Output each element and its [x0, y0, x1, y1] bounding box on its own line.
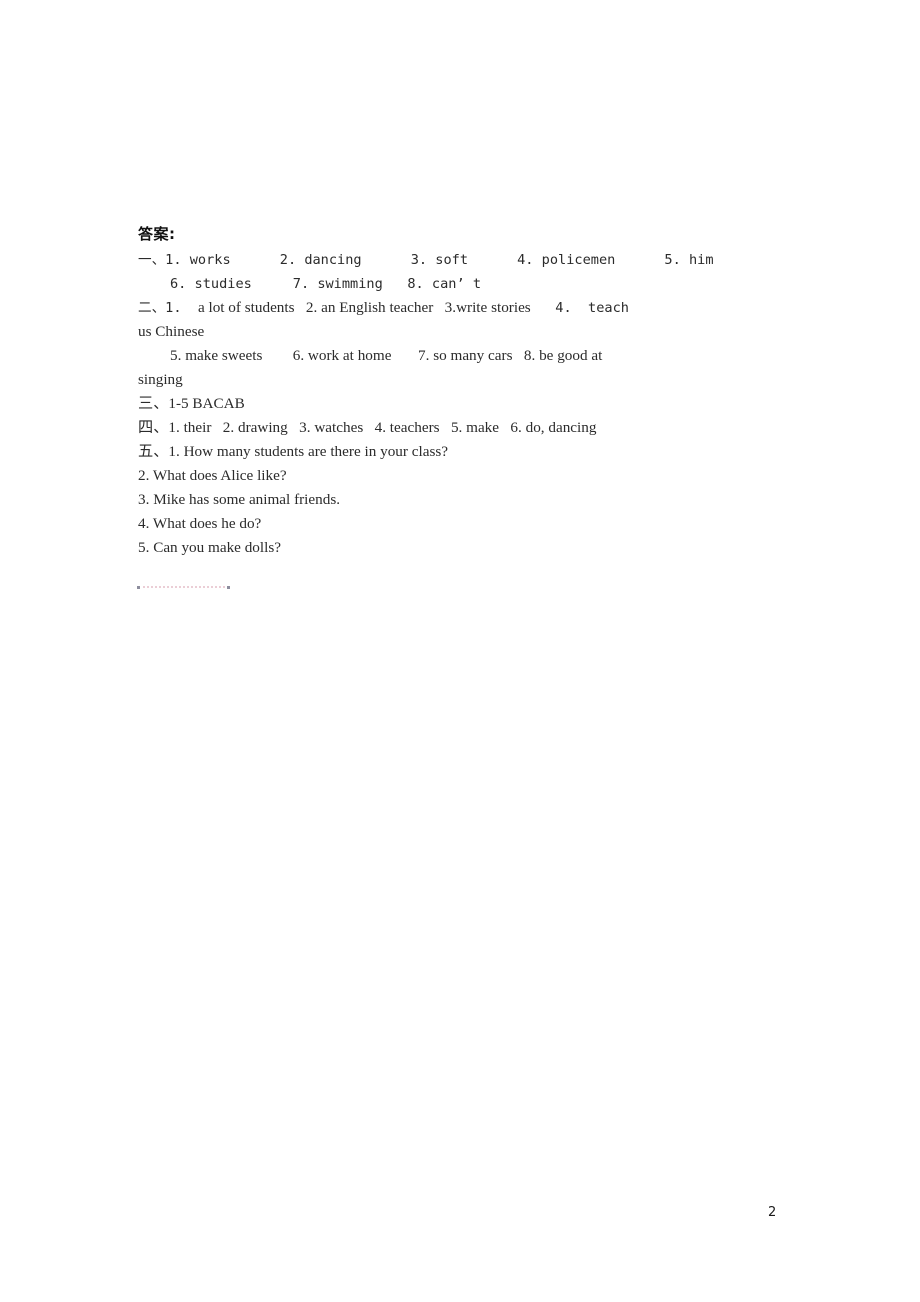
- answer-line-2-3: 5. make sweets 6. work at home 7. so man…: [170, 347, 603, 364]
- answer-line-2-1: 二、1. a lot of students 2. an English tea…: [138, 296, 838, 320]
- answer-line-2-4: singing: [138, 371, 183, 388]
- answer-line-5-2: 2. What does Alice like?: [138, 467, 287, 484]
- answer-line-5-3: 3. Mike has some animal friends.: [138, 491, 341, 508]
- answer-line-3-1: 三、1-5 BACAB: [138, 395, 245, 412]
- answer-line-2-2: us Chinese: [138, 323, 205, 340]
- answer-line-5-4: 4. What does he do?: [138, 515, 262, 532]
- answer-line-4-1: 四、1. their 2. drawing 3. watches 4. teac…: [138, 419, 597, 436]
- answer-line-5-1: 五、1. How many students are there in your…: [138, 443, 449, 460]
- answer-line-1-2: 6. studies 7. swimming 8. can’ t: [170, 276, 481, 292]
- page-number: 2: [768, 1205, 777, 1220]
- answer-line-2-1-tail: 4. teach: [530, 300, 629, 316]
- answer-line-2-1-marker: 二、1.: [138, 300, 198, 316]
- answer-line-5-5: 5. Can you make dolls?: [138, 539, 281, 556]
- answer-line-2-1-phrases: a lot of students 2. an English teacher …: [197, 299, 531, 316]
- dotted-divider: [137, 586, 230, 591]
- document-page: 答案: 一、1. works 2. dancing 3. soft 4. pol…: [0, 0, 920, 1302]
- page-title: 答案:: [138, 225, 176, 243]
- answer-line-1-1: 一、1. works 2. dancing 3. soft 4. policem…: [138, 252, 714, 268]
- answer-key-body: 答案: 一、1. works 2. dancing 3. soft 4. pol…: [138, 222, 838, 560]
